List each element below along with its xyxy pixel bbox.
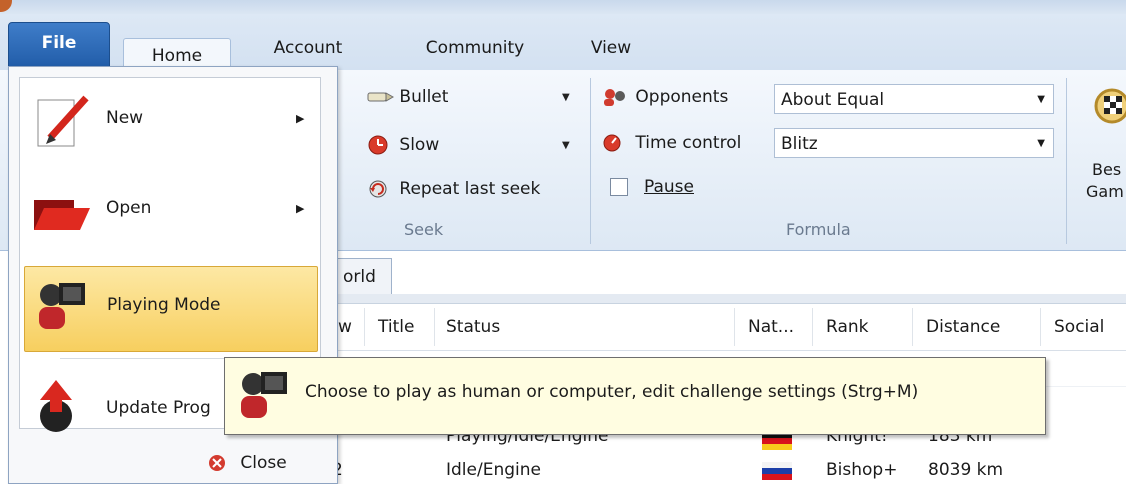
pause-label: Pause (644, 177, 694, 197)
close-button[interactable]: Close (207, 453, 287, 473)
col-title[interactable]: Title (378, 304, 414, 350)
chevron-down-icon: ▼ (1037, 94, 1045, 105)
opponents-button[interactable]: Opponents (600, 82, 728, 112)
col-distance[interactable]: Distance (926, 304, 1000, 350)
slow-label: Slow (399, 135, 440, 155)
time-control-button[interactable]: Time control (600, 128, 741, 158)
pause-checkbox[interactable] (610, 178, 628, 196)
best-games-label-1: Bes (1092, 160, 1122, 179)
time-control-label: Time control (635, 133, 742, 153)
best-games-label-2: Gam (1086, 182, 1124, 201)
playing-mode-icon (241, 372, 287, 418)
menu-item-open[interactable]: Open ▶ (20, 168, 320, 256)
slow-button[interactable]: Slow (366, 130, 439, 160)
chevron-down-icon: ▼ (1037, 138, 1045, 149)
opponents-label: Opponents (635, 87, 729, 107)
ribbon-divider (590, 78, 591, 244)
new-document-icon (37, 95, 89, 147)
tab-account[interactable]: Account (258, 28, 358, 70)
seek-group-label: Seek (404, 220, 444, 239)
ribbon-divider (1066, 78, 1067, 244)
flag-russia-icon (762, 462, 792, 480)
table-row-rank: Bishop+ (826, 460, 898, 480)
col-nat[interactable]: Nat... (748, 304, 794, 350)
formula-group-label: Formula (786, 220, 851, 239)
col-separator (1040, 308, 1041, 346)
slow-dropdown-icon[interactable]: ▼ (562, 140, 570, 151)
tab-file[interactable]: File (8, 22, 110, 72)
tooltip: Choose to play as human or computer, edi… (224, 357, 1046, 435)
slow-clock-icon (368, 135, 388, 155)
menu-item-new[interactable]: New ▶ (20, 78, 320, 166)
tab-world-label: orld (343, 267, 376, 287)
trophy-icon (1094, 88, 1126, 124)
ribbon-tab-row: File Home Account Community View (0, 14, 1126, 73)
col-separator (434, 308, 435, 346)
time-control-icon (603, 134, 621, 152)
title-bar (0, 0, 1126, 14)
repeat-icon (369, 180, 387, 198)
col-social[interactable]: Social (1054, 304, 1104, 350)
menu-item-open-label: Open (106, 198, 152, 218)
menu-item-playing-mode[interactable]: Playing Mode (24, 266, 318, 352)
playing-mode-icon (39, 283, 85, 329)
submenu-arrow-icon: ▶ (296, 112, 305, 125)
menu-item-new-label: New (106, 108, 144, 128)
opponents-select[interactable]: About Equal ▼ (774, 84, 1054, 114)
col-separator (912, 308, 913, 346)
time-control-value: Blitz (781, 134, 818, 154)
submenu-arrow-icon: ▶ (296, 202, 305, 215)
col-separator (364, 308, 365, 346)
bullet-label: Bullet (399, 87, 449, 107)
menu-item-playing-mode-label: Playing Mode (107, 295, 221, 315)
table-row-distance: 8039 km (928, 460, 1004, 480)
tab-community[interactable]: Community (410, 28, 540, 70)
repeat-last-seek-button[interactable]: Repeat last seek (366, 174, 540, 204)
best-games-button[interactable]: Bes Gam (1082, 82, 1126, 232)
time-control-select[interactable]: Blitz ▼ (774, 128, 1054, 158)
menu-item-update-label: Update Prog (106, 398, 211, 418)
tab-world[interactable]: orld (330, 258, 392, 295)
bullet-dropdown-icon[interactable]: ▼ (562, 92, 570, 103)
update-icon (40, 380, 72, 432)
bullet-button[interactable]: Bullet (366, 82, 448, 112)
table-row-status: Idle/Engine (446, 460, 541, 480)
close-label: Close (240, 453, 287, 473)
list-header: w Title Status Nat... Rank Distance Soci… (330, 303, 1126, 351)
col-status[interactable]: Status (446, 304, 500, 350)
col-rank[interactable]: Rank (826, 304, 868, 350)
col-separator (812, 308, 813, 346)
opponents-value: About Equal (781, 90, 885, 110)
repeat-last-seek-label: Repeat last seek (399, 179, 541, 199)
tab-view[interactable]: View (576, 28, 646, 70)
tooltip-text: Choose to play as human or computer, edi… (305, 382, 919, 402)
col-w[interactable]: w (338, 304, 352, 350)
col-separator (734, 308, 735, 346)
opponents-icon (604, 89, 625, 106)
close-icon (209, 455, 225, 471)
bullet-icon (367, 92, 395, 102)
folder-open-icon (34, 200, 90, 230)
